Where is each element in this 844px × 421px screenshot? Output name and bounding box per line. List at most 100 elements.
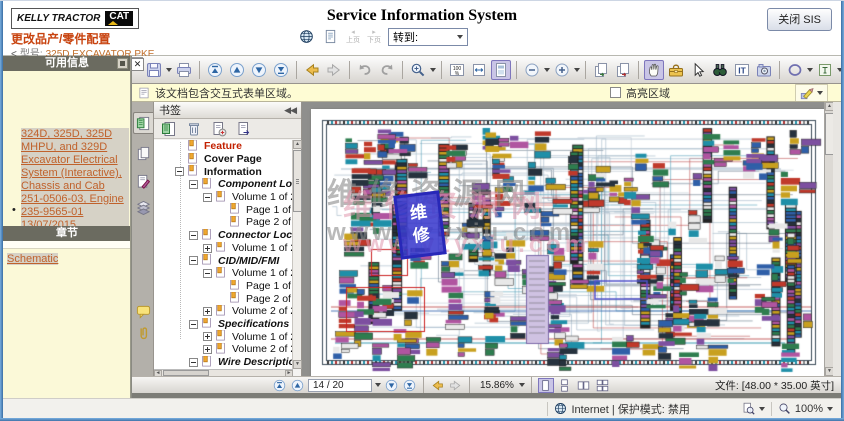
two-up-layout-button[interactable]: [576, 378, 592, 393]
next-page-button[interactable]: ▸下页: [367, 29, 381, 44]
collapse-icon[interactable]: [175, 167, 184, 176]
first-page-button[interactable]: [205, 60, 225, 80]
document-vertical-scrollbar[interactable]: ▲ ▼: [824, 102, 833, 376]
tab-forms[interactable]: [133, 170, 153, 192]
bookmark-item[interactable]: Page 2 of 2: [154, 216, 293, 229]
print-button[interactable]: [174, 60, 194, 80]
bookmark-item[interactable]: Wire Description: [154, 356, 293, 369]
text-box-button[interactable]: [815, 60, 835, 80]
fit-page-button[interactable]: [491, 60, 511, 80]
chevron-down-icon[interactable]: [574, 68, 580, 72]
undo-button[interactable]: [355, 60, 375, 80]
last-page-button[interactable]: [271, 60, 291, 80]
collapse-icon[interactable]: [203, 269, 212, 278]
tab-attachments[interactable]: [133, 322, 153, 344]
oval-button[interactable]: [785, 60, 805, 80]
scrollbar-thumb[interactable]: [293, 150, 302, 212]
bookmark-item[interactable]: Feature: [154, 140, 293, 153]
tab-pages[interactable]: [133, 142, 153, 164]
bookmark-item[interactable]: Information: [154, 165, 293, 178]
tab-layers[interactable]: [133, 196, 153, 218]
prev-page-button[interactable]: [227, 60, 247, 80]
expand-icon[interactable]: [203, 332, 212, 341]
pages-go-button[interactable]: [613, 60, 633, 80]
zoom-in-button[interactable]: [552, 60, 572, 80]
collapse-icon[interactable]: [203, 193, 212, 202]
bookmark-item[interactable]: CID/MID/FMI: [154, 254, 293, 267]
zoom-level[interactable]: 15.86%: [480, 380, 514, 391]
bookmark-item[interactable]: Component Locat: [154, 178, 293, 191]
collapse-icon[interactable]: [189, 180, 198, 189]
page-zoom-button[interactable]: [742, 402, 765, 415]
next-page-button[interactable]: [249, 60, 269, 80]
bookmark-item[interactable]: Volume 1 of 2 -: [154, 191, 293, 204]
expand-icon[interactable]: [203, 244, 212, 253]
highlight-checkbox[interactable]: [610, 87, 621, 98]
tab-comments[interactable]: [133, 300, 153, 322]
expand-icon[interactable]: [203, 345, 212, 354]
chevron-down-icon[interactable]: [544, 68, 550, 72]
snapshot-button[interactable]: [754, 60, 774, 80]
previous-view-button[interactable]: [430, 378, 445, 393]
next-view-button[interactable]: [448, 378, 463, 393]
bookmark-item[interactable]: Connector Locatio: [154, 229, 293, 242]
zoom-dropdown-caret[interactable]: [519, 383, 525, 387]
bookmark-item[interactable]: Volume 2 of 2 -: [154, 305, 293, 318]
goto-dropdown[interactable]: 转到:: [388, 28, 468, 46]
toolbox-button[interactable]: [666, 60, 686, 80]
scroll-up-icon[interactable]: ▲: [293, 140, 302, 149]
bookmark-item[interactable]: Specifications and: [154, 318, 293, 331]
zoom-out-button[interactable]: [522, 60, 542, 80]
tab-bookmarks[interactable]: [133, 112, 153, 134]
bookmark-item[interactable]: Page 1 of 2: [154, 280, 293, 293]
last-page-button[interactable]: [402, 378, 417, 393]
collapse-panel-icon[interactable]: ◀◀: [284, 105, 296, 116]
bookmark-item[interactable]: Volume 1 of 2 -: [154, 330, 293, 343]
close-panel-button[interactable]: ✕: [131, 58, 144, 71]
collapse-icon[interactable]: [189, 320, 198, 329]
fit-width-button[interactable]: [469, 60, 489, 80]
schematic-link[interactable]: Schematic: [7, 253, 58, 265]
redo-button[interactable]: [377, 60, 397, 80]
minimize-button[interactable]: [117, 58, 128, 69]
prev-page-button[interactable]: ◂上页: [346, 29, 360, 44]
continuous-layout-button[interactable]: [557, 378, 573, 393]
bookmark-item[interactable]: Volume 2 of 2 -: [154, 343, 293, 356]
pencil-dropdown-button[interactable]: [795, 84, 828, 102]
text-edit-button[interactable]: IT: [732, 60, 752, 80]
browser-zoom-control[interactable]: 100%: [778, 402, 833, 415]
first-page-button[interactable]: [272, 378, 287, 393]
chevron-down-icon[interactable]: [807, 68, 813, 72]
bm-tab-icon[interactable]: [161, 121, 177, 137]
hand-button[interactable]: [644, 60, 664, 80]
save-button[interactable]: [144, 60, 164, 80]
bookmark-item[interactable]: Volume 1 of 2 -: [154, 242, 293, 255]
page-number-box[interactable]: 14 / 20: [308, 379, 372, 392]
two-up-continuous-layout-button[interactable]: [595, 378, 611, 393]
doc-plus-icon[interactable]: [211, 121, 227, 137]
collapse-icon[interactable]: [189, 256, 198, 265]
trash-icon[interactable]: [186, 121, 202, 137]
bookmarks-vertical-scrollbar[interactable]: ▲ ▼: [292, 140, 301, 369]
binoculars-button[interactable]: [710, 60, 730, 80]
page-dropdown-caret[interactable]: [375, 383, 381, 387]
document-icon[interactable]: [322, 28, 339, 45]
bookmarks-horizontal-scrollbar[interactable]: ◄ ►: [154, 369, 293, 376]
chevron-down-icon[interactable]: [430, 68, 436, 72]
bookmark-item[interactable]: Cover Page: [154, 153, 293, 166]
prev-page-button[interactable]: [290, 378, 305, 393]
scroll-down-icon[interactable]: ▼: [293, 360, 302, 369]
bookmark-item[interactable]: Page 1 of 2: [154, 203, 293, 216]
forward-view-button[interactable]: [324, 60, 344, 80]
bookmark-item[interactable]: Volume 1 of 2 -: [154, 267, 293, 280]
bookmark-item[interactable]: Page 2 of 2: [154, 292, 293, 305]
doc-go-icon[interactable]: [236, 121, 252, 137]
single-page-layout-button[interactable]: [538, 378, 554, 393]
globe-icon[interactable]: [298, 28, 315, 45]
pages-copy-button[interactable]: [591, 60, 611, 80]
scroll-up-icon[interactable]: ▲: [825, 102, 833, 111]
select-button[interactable]: [688, 60, 708, 80]
scrollbar-thumb[interactable]: [825, 113, 833, 155]
document-page[interactable]: 维修资源网 www.vzyxiu.com 维修资源网 www.vzyxiu.co…: [311, 109, 827, 376]
info-document-link[interactable]: 324D, 325D, 325D MHPU, and 329D Excavato…: [21, 128, 129, 232]
